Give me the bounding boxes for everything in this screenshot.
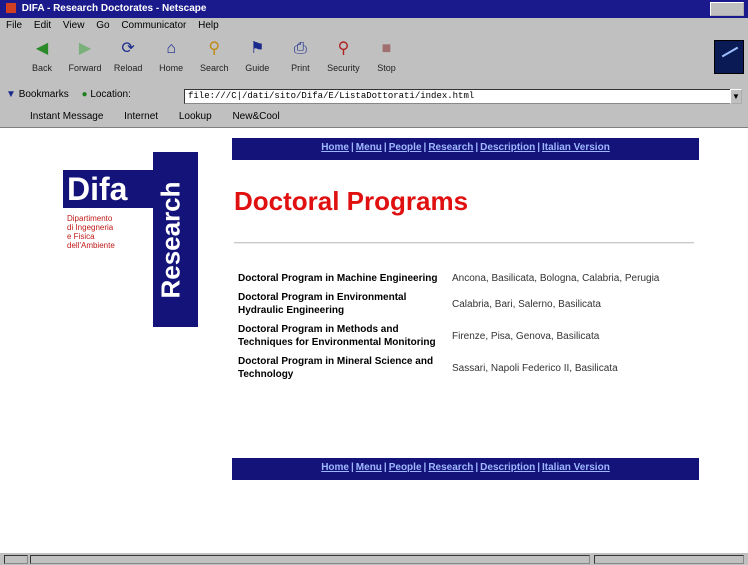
nav-research-link[interactable]: Research	[428, 462, 473, 473]
program-name: Doctoral Program in Machine Engineering	[238, 273, 438, 284]
internet-link[interactable]: Internet	[124, 111, 158, 122]
back-button[interactable]: ◀ Back	[22, 38, 62, 74]
difa-logo: Difa Research Dipartimento di Ingegneria…	[63, 152, 198, 327]
nav-description-link[interactable]: Description	[480, 142, 535, 153]
program-name: Doctoral Program in Environmental Hydrau…	[238, 292, 407, 316]
instant-message-link[interactable]: Instant Message	[30, 111, 103, 122]
print-button[interactable]: ⎙ Print	[280, 38, 320, 74]
logo-department: Dipartimento di Ingegneria e Fisica dell…	[67, 214, 115, 250]
window-title: DIFA - Research Doctorates - Netscape	[21, 3, 207, 14]
menu-view[interactable]: View	[63, 20, 85, 31]
list-item: Doctoral Program in Environmental Hydrau…	[238, 291, 678, 317]
list-item: Doctoral Program in Machine Engineering A…	[238, 272, 678, 285]
bookmarks-icon: ▼	[6, 89, 16, 100]
forward-button[interactable]: ▶ Forward	[65, 38, 105, 74]
forward-arrow-icon: ▶	[78, 40, 92, 57]
status-bar	[0, 552, 748, 565]
program-name: Doctoral Program in Methods and Techniqu…	[238, 324, 436, 348]
program-places: Sassari, Napoli Federico II, Basilicata	[452, 362, 618, 374]
program-places: Firenze, Pisa, Genova, Basilicata	[452, 330, 600, 342]
menu-communicator[interactable]: Communicator	[121, 20, 186, 31]
nav-italian-link[interactable]: Italian Version	[542, 462, 610, 473]
location-url-input[interactable]: file:///C|/dati/sito/Difa/E/ListaDottora…	[184, 89, 732, 104]
location-toolbar: ▼ Bookmarks ● Location: file:///C|/dati/…	[0, 86, 748, 108]
personal-toolbar: Instant Message Internet Lookup New&Cool	[0, 108, 748, 128]
chevron-down-icon[interactable]: ▼	[730, 89, 742, 104]
program-places: Calabria, Bari, Salerno, Basilicata	[452, 298, 601, 310]
window-titlebar: DIFA - Research Doctorates - Netscape	[0, 0, 748, 18]
menu-edit[interactable]: Edit	[34, 20, 51, 31]
home-icon: ⌂	[166, 40, 177, 57]
search-icon: ⚲	[208, 40, 221, 57]
programs-list: Doctoral Program in Machine Engineering A…	[238, 272, 678, 387]
nav-home-link[interactable]: Home	[321, 462, 349, 473]
menu-go[interactable]: Go	[96, 20, 109, 31]
nav-description-link[interactable]: Description	[480, 462, 535, 473]
location-icon: ●	[81, 89, 88, 100]
netscape-app-icon	[6, 3, 16, 14]
new-cool-link[interactable]: New&Cool	[232, 111, 279, 122]
print-icon: ⎙	[293, 40, 307, 57]
nav-research-link[interactable]: Research	[428, 142, 473, 153]
guide-icon: ⚑	[250, 40, 265, 57]
home-button[interactable]: ⌂ Home	[151, 38, 191, 74]
nav-people-link[interactable]: People	[389, 142, 422, 153]
status-text	[30, 555, 590, 564]
back-arrow-icon: ◀	[35, 40, 49, 57]
top-nav-bar: Home | Menu | People | Research | Description | It…	[232, 138, 699, 160]
location-label: ● Location:	[81, 89, 131, 100]
logo-research-text: Research	[155, 181, 186, 299]
bottom-nav-bar: Home | Menu | People | Research | Description | It…	[232, 458, 699, 480]
stop-button[interactable]: ■ Stop	[367, 38, 407, 74]
component-bar[interactable]	[594, 555, 744, 564]
page-title: Doctoral Programs	[234, 186, 469, 216]
lookup-link[interactable]: Lookup	[179, 111, 212, 122]
menubar: File Edit View Go Communicator Help	[0, 18, 748, 34]
netscape-throbber-icon[interactable]	[714, 40, 744, 74]
navigation-toolbar: ◀ Back ▶ Forward ⟳ Reload ⌂ Home ⚲ Search ⚑ Gu…	[0, 34, 748, 86]
list-item: Doctoral Program in Mineral Science and …	[238, 355, 678, 381]
list-item: Doctoral Program in Methods and Techniqu…	[238, 323, 678, 349]
menu-file[interactable]: File	[6, 20, 22, 31]
divider	[234, 242, 694, 244]
security-status-icon[interactable]	[4, 555, 28, 564]
bookmarks-button[interactable]: ▼ Bookmarks	[6, 89, 69, 100]
menu-help[interactable]: Help	[198, 20, 219, 31]
nav-home-link[interactable]: Home	[321, 142, 349, 153]
nav-people-link[interactable]: People	[389, 462, 422, 473]
program-places: Ancona, Basilicata, Bologna, Calabria, P…	[452, 273, 660, 284]
reload-button[interactable]: ⟳ Reload	[108, 38, 148, 74]
search-button[interactable]: ⚲ Search	[194, 38, 234, 74]
stop-icon: ■	[381, 40, 392, 57]
guide-button[interactable]: ⚑ Guide	[237, 38, 277, 74]
lock-icon: ⚲	[337, 40, 350, 57]
security-button[interactable]: ⚲ Security	[323, 38, 363, 74]
nav-italian-link[interactable]: Italian Version	[542, 142, 610, 153]
nav-menu-link[interactable]: Menu	[356, 142, 382, 153]
reload-icon: ⟳	[121, 40, 135, 57]
page-content: Difa Research Dipartimento di Ingegneria…	[8, 128, 740, 552]
window-controls[interactable]	[710, 2, 744, 16]
nav-menu-link[interactable]: Menu	[356, 462, 382, 473]
program-name: Doctoral Program in Mineral Science and …	[238, 356, 434, 380]
